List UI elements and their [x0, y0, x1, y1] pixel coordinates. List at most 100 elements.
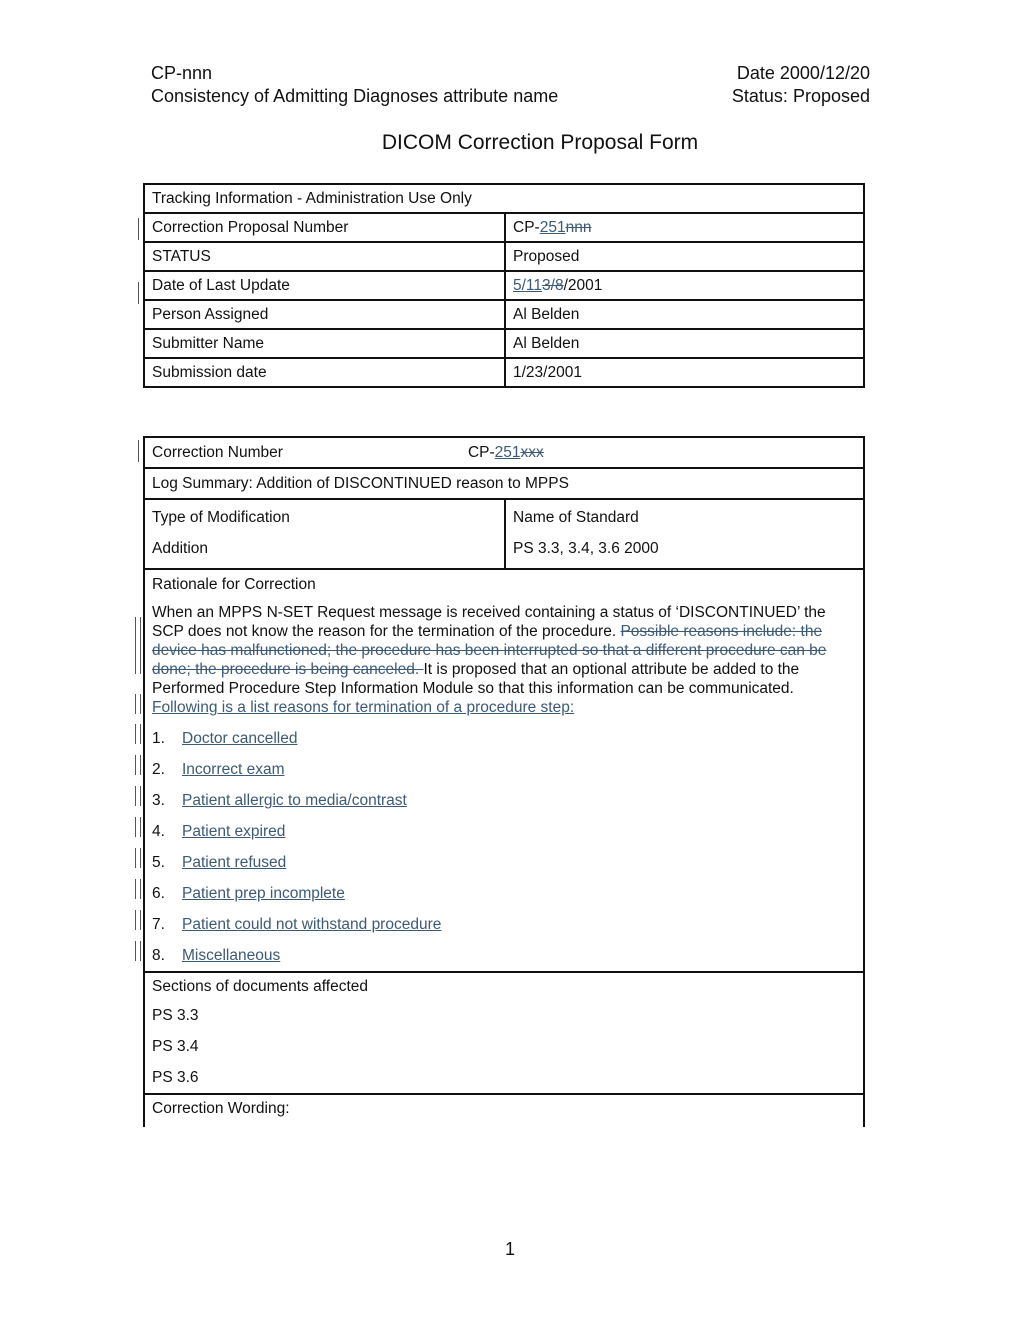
inserted-text: 5/11 — [513, 277, 543, 294]
field-label: Submission date — [143, 357, 506, 388]
list-number: 6. — [152, 885, 165, 902]
change-bar — [135, 848, 141, 868]
reason-text: Patient prep incomplete — [182, 885, 345, 902]
table-row: Submitter Name Al Belden — [143, 328, 865, 359]
page-header-line-1: CP-nnn Date 2000/12/20 — [151, 62, 870, 85]
tracking-heading: Tracking Information - Administration Us… — [143, 183, 865, 214]
change-bar — [135, 879, 141, 899]
section-item: PS 3.3 — [152, 1007, 199, 1024]
tracking-heading-row: Tracking Information - Administration Us… — [143, 183, 865, 214]
person-assigned-value: Al Belden — [504, 299, 865, 330]
sections-cell: Sections of documents affected PS 3.3 PS… — [143, 971, 865, 1095]
reason-text: Patient could not withstand procedure — [182, 916, 442, 933]
list-number: 2. — [152, 761, 165, 778]
field-label: Correction Proposal Number — [143, 212, 506, 243]
correction-wording-label: Correction Wording: — [143, 1093, 865, 1127]
submission-date-value: 1/23/2001 — [504, 357, 865, 388]
change-bar — [135, 617, 141, 674]
change-bar — [135, 755, 141, 775]
rationale-row: Rationale for Correction When an MPPS N-… — [143, 568, 865, 973]
change-bar — [135, 786, 141, 806]
value-prefix: CP- — [467, 444, 495, 461]
list-item: 4. Patient expired — [152, 816, 856, 847]
list-item: 8. Miscellaneous — [152, 940, 856, 971]
modification-cell: Type of Modification Addition — [143, 498, 506, 570]
name-of-standard-label: Name of Standard — [513, 509, 639, 526]
inserted-text: 251 — [539, 219, 566, 236]
page-number: 1 — [504, 1239, 515, 1259]
submitter-name-value: Al Belden — [504, 328, 865, 359]
list-number: 7. — [152, 916, 165, 933]
change-bar — [135, 724, 141, 744]
sections-label: Sections of documents affected — [152, 978, 368, 995]
inserted-text: Following is a list reasons for terminat… — [152, 699, 575, 716]
list-number: 3. — [152, 792, 165, 809]
deleted-text: 3/8 — [542, 277, 564, 294]
change-bar — [138, 440, 139, 462]
table-row: STATUS Proposed — [143, 241, 865, 272]
correction-wording-row: Correction Wording: — [143, 1093, 865, 1127]
field-label: Submitter Name — [143, 328, 506, 359]
change-bar — [135, 941, 141, 961]
section-item: PS 3.4 — [152, 1038, 199, 1055]
change-bar — [138, 218, 139, 240]
change-bar — [138, 282, 139, 304]
list-number: 5. — [152, 854, 165, 871]
list-item: 1. Doctor cancelled — [152, 723, 856, 754]
field-label: STATUS — [143, 241, 506, 272]
value-prefix: CP- — [513, 219, 540, 236]
correction-number-row: Correction Number CP-251xxx — [143, 436, 865, 469]
section-item: PS 3.6 — [152, 1069, 199, 1086]
table-row: Person Assigned Al Belden — [143, 299, 865, 330]
reason-text: Patient allergic to media/contrast — [182, 792, 407, 809]
list-item: 7. Patient could not withstand procedure — [152, 909, 856, 940]
standard-cell: Name of Standard PS 3.3, 3.4, 3.6 2000 — [504, 498, 865, 570]
reason-text: Patient refused — [182, 854, 287, 871]
value-suffix: /2001 — [563, 277, 603, 294]
list-number: 1. — [152, 730, 165, 747]
list-item: 3. Patient allergic to media/contrast — [152, 785, 856, 816]
correction-number-label: Correction Number — [152, 444, 283, 461]
inserted-text: 251 — [494, 444, 521, 461]
rationale-cell: Rationale for Correction When an MPPS N-… — [143, 568, 865, 973]
table-row: Submission date 1/23/2001 — [143, 357, 865, 388]
log-summary-row: Log Summary: Addition of DISCONTINUED re… — [143, 467, 865, 500]
reason-text: Doctor cancelled — [182, 730, 298, 747]
sections-row: Sections of documents affected PS 3.3 PS… — [143, 971, 865, 1095]
page-title: DICOM Correction Proposal Form — [381, 131, 699, 154]
list-item: 5. Patient refused — [152, 847, 856, 878]
date-last-update-value: 5/113/8/2001 — [504, 270, 865, 301]
correction-number-value: CP-251xxx — [468, 438, 544, 467]
name-of-standard-value: PS 3.3, 3.4, 3.6 2000 — [513, 540, 659, 557]
type-of-modification-label: Type of Modification — [152, 509, 290, 526]
list-item: 6. Patient prep incomplete — [152, 878, 856, 909]
status-value: Proposed — [504, 241, 865, 272]
deleted-text: xxx — [520, 444, 544, 461]
change-bar — [135, 910, 141, 930]
correction-table: Correction Number CP-251xxx Log Summary: … — [143, 436, 865, 1127]
list-item: 2. Incorrect exam — [152, 754, 856, 785]
doc-status: Status: Proposed — [731, 86, 870, 106]
table-row: Date of Last Update 5/113/8/2001 — [143, 270, 865, 301]
change-bar — [135, 817, 141, 837]
tracking-table: Tracking Information - Administration Us… — [143, 183, 865, 388]
reason-text: Patient expired — [182, 823, 286, 840]
field-label: Date of Last Update — [143, 270, 506, 301]
reason-text: Incorrect exam — [182, 761, 285, 778]
list-number: 4. — [152, 823, 165, 840]
doc-subject: Consistency of Admitting Diagnoses attri… — [151, 86, 559, 106]
deleted-text: nnn — [565, 219, 592, 236]
list-number: 8. — [152, 947, 165, 964]
field-label: Person Assigned — [143, 299, 506, 330]
log-summary: Log Summary: Addition of DISCONTINUED re… — [143, 467, 865, 500]
reason-text: Miscellaneous — [182, 947, 281, 964]
modification-row: Type of Modification Addition Name of St… — [143, 498, 865, 570]
change-bar — [135, 694, 141, 714]
doc-id: CP-nnn — [151, 63, 213, 83]
doc-date: Date 2000/12/20 — [736, 63, 870, 83]
type-of-modification-value: Addition — [152, 540, 209, 557]
rationale-label: Rationale for Correction — [152, 576, 316, 593]
rationale-paragraph: When an MPPS N-SET Request message is re… — [152, 603, 856, 717]
page-header-line-2: Consistency of Admitting Diagnoses attri… — [151, 85, 870, 108]
correction-proposal-number-value: CP-251nnn — [504, 212, 865, 243]
